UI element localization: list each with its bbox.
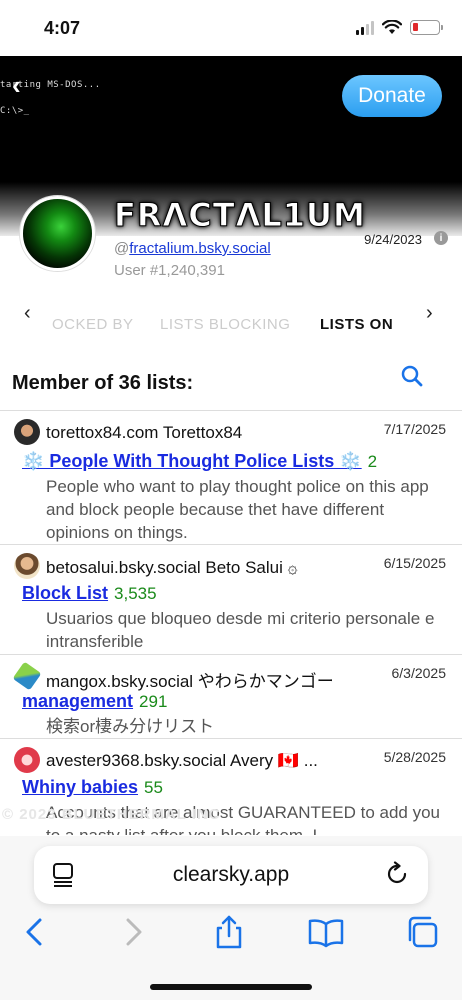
tab-blocked-by[interactable]: OCKED BY xyxy=(52,316,134,333)
list-item[interactable]: mangox.bsky.social やわらかマンゴー 6/3/2025 man… xyxy=(0,654,462,738)
list-owner-avatar xyxy=(14,419,40,445)
list-owner-avatar xyxy=(14,747,40,773)
list-description: Usuarios que bloqueo desde mi criterio p… xyxy=(46,609,435,651)
list-tabs: ‹ OCKED BY LISTS BLOCKING LISTS ON › xyxy=(0,300,462,346)
list-description: People who want to play thought police o… xyxy=(46,477,429,542)
list-description: 検索or棲み分けリスト xyxy=(46,717,215,736)
handle-prefix: @ xyxy=(114,240,130,257)
back-icon[interactable] xyxy=(18,914,54,950)
profile-user-number: User #1,240,391 xyxy=(114,262,225,279)
list-item[interactable]: betosalui.bsky.social Beto Salui ۞ 6/15/… xyxy=(0,544,462,654)
list-owner: torettox84.com Torettox84 xyxy=(46,423,243,442)
list-date: 6/15/2025 xyxy=(383,555,446,571)
tabs-icon[interactable] xyxy=(404,914,440,950)
info-icon[interactable]: i xyxy=(434,231,448,245)
back-chevron-icon[interactable]: ‹ xyxy=(12,70,21,101)
profile-avatar xyxy=(20,196,95,271)
tabs-next-chevron-icon[interactable]: › xyxy=(426,302,433,325)
cellular-signal-icon xyxy=(356,20,374,35)
profile-joined-date: 9/24/2023 xyxy=(364,232,422,247)
copyright-text: © 2023 BLUETHERMAL INC xyxy=(2,806,221,823)
status-time: 4:07 xyxy=(44,18,81,38)
list-member-count: 2 xyxy=(367,452,378,471)
list-owner: avester9368.bsky.social Avery 🇨🇦 ... xyxy=(46,751,318,770)
list-name-link[interactable]: management 291 xyxy=(22,691,167,712)
bookmarks-icon[interactable] xyxy=(308,914,344,950)
address-text[interactable]: clearsky.app xyxy=(34,863,428,887)
search-icon[interactable] xyxy=(400,364,424,388)
banner-dos-prompt: C:\>_ xyxy=(0,106,30,116)
battery-icon xyxy=(410,20,443,35)
list-date: 7/17/2025 xyxy=(383,421,446,437)
reload-icon[interactable] xyxy=(384,861,410,887)
member-of-lists-heading: Member of 36 lists: xyxy=(12,372,194,394)
list-name[interactable]: Whiny babies xyxy=(22,777,138,797)
profile-handle-line: @fractalium.bsky.social xyxy=(114,240,271,257)
list-name-link[interactable]: Block List 3,535 xyxy=(22,583,157,604)
list-name[interactable]: Block List xyxy=(22,583,108,603)
status-icons xyxy=(356,20,443,35)
profile-handle-link[interactable]: fractalium.bsky.social xyxy=(129,240,270,257)
share-icon[interactable] xyxy=(211,914,247,950)
list-member-count: 3,535 xyxy=(114,584,157,603)
list-date: 5/28/2025 xyxy=(383,749,446,765)
status-bar: 4:07 xyxy=(0,0,462,56)
tab-lists-on[interactable]: LISTS ON xyxy=(320,316,393,333)
list-owner-avatar xyxy=(12,661,42,691)
list-owner: mangox.bsky.social やわらかマンゴー xyxy=(46,672,334,691)
profile-display-name: FRΛCTΛL1UM xyxy=(114,196,366,235)
list-name-link[interactable]: ❄️ People With Thought Police Lists ❄️ 2 xyxy=(22,451,377,472)
list-owner: betosalui.bsky.social Beto Salui ۞ xyxy=(46,558,298,577)
home-indicator xyxy=(150,984,312,990)
list-owner-avatar xyxy=(14,553,40,579)
browser-bottom-bar: clearsky.app xyxy=(0,836,462,1000)
list-date: 6/3/2025 xyxy=(391,665,447,681)
address-bar[interactable]: clearsky.app xyxy=(34,846,428,904)
list-member-count: 291 xyxy=(139,692,168,711)
list-item[interactable]: torettox84.com Torettox84 7/17/2025 ❄️ P… xyxy=(0,410,462,544)
wifi-icon xyxy=(382,20,402,34)
forward-icon[interactable] xyxy=(114,914,150,950)
list-name[interactable]: management xyxy=(22,691,133,711)
tabs-prev-chevron-icon[interactable]: ‹ xyxy=(24,302,31,325)
donate-button[interactable]: Donate xyxy=(342,75,442,117)
list-name[interactable]: ❄️ People With Thought Police Lists ❄️ xyxy=(22,451,362,471)
tab-lists-blocking[interactable]: LISTS BLOCKING xyxy=(160,316,290,333)
list-member-count: 55 xyxy=(144,778,163,797)
list-name-link[interactable]: Whiny babies 55 xyxy=(22,777,163,798)
